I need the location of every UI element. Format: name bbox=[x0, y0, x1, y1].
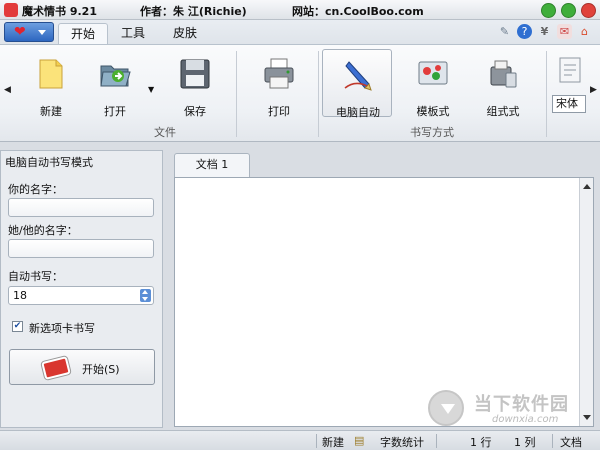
website-label: 网站：cn.CoolBoo.com bbox=[292, 5, 424, 18]
auto-write-label: 自动书写： bbox=[8, 270, 63, 283]
ribbon-separator bbox=[236, 51, 237, 137]
template-icon bbox=[418, 61, 448, 85]
heart-icon: ❤ bbox=[14, 24, 26, 40]
watermark-url: downxia.com bbox=[492, 414, 559, 425]
font-icon bbox=[559, 57, 581, 83]
spinner-arrows-icon[interactable] bbox=[140, 289, 151, 302]
ribbon-scroll-right-icon[interactable]: ▶ bbox=[590, 85, 597, 95]
their-name-label: 她/他的名字： bbox=[8, 224, 78, 237]
watermark-text: 当下软件园 bbox=[474, 394, 569, 415]
status-bar: 新建 ▤ 字数统计 1 行 1 列 文档 bbox=[0, 430, 600, 450]
start-button[interactable]: 开始(S) bbox=[9, 349, 155, 385]
maximize-button[interactable] bbox=[561, 3, 576, 18]
open-button[interactable]: 打开 bbox=[80, 49, 150, 118]
settings-icon[interactable]: ✎ bbox=[497, 24, 512, 39]
status-word-count[interactable]: 字数统计 bbox=[380, 434, 424, 450]
open-folder-icon bbox=[100, 65, 131, 87]
printer-icon bbox=[264, 58, 294, 89]
app-title: 魔术情书 9.21 bbox=[22, 5, 97, 18]
status-mode: 文档 bbox=[560, 436, 582, 449]
their-name-input[interactable] bbox=[8, 239, 154, 258]
start-button-label: 开始(S) bbox=[82, 363, 120, 376]
vertical-scrollbar[interactable] bbox=[579, 178, 593, 426]
ribbon-separator bbox=[546, 51, 547, 137]
status-col: 1 列 bbox=[514, 436, 536, 449]
writing-pad-icon bbox=[41, 356, 71, 380]
status-new[interactable]: 新建 bbox=[322, 434, 344, 450]
new-button[interactable]: 新建 bbox=[16, 49, 86, 118]
file-group-label: 文件 bbox=[154, 126, 176, 139]
template-button[interactable]: 模板式 bbox=[398, 49, 468, 118]
app-logo-icon bbox=[4, 3, 18, 17]
mail-icon[interactable]: ✉ bbox=[557, 24, 572, 39]
your-name-label: 你的名字： bbox=[8, 183, 63, 196]
minimize-button[interactable] bbox=[541, 3, 556, 18]
tab-skin[interactable]: 皮肤 bbox=[160, 23, 210, 44]
donate-icon[interactable]: ¥ bbox=[537, 24, 552, 39]
font-selector[interactable]: 宋体 bbox=[552, 95, 586, 113]
chevron-down-icon bbox=[38, 30, 46, 35]
document-tab[interactable]: 文档 1 bbox=[174, 153, 250, 177]
writing-group-label: 书写方式 bbox=[410, 126, 454, 139]
new-tab-checkbox-label: 新选项卡书写 bbox=[29, 322, 95, 335]
status-separator bbox=[316, 434, 317, 448]
auto-write-spinner[interactable]: 18 bbox=[8, 286, 154, 305]
status-row: 1 行 bbox=[470, 436, 492, 449]
app-menu-button[interactable]: ❤ bbox=[4, 22, 54, 42]
word-count-icon: ▤ bbox=[354, 434, 365, 447]
save-disk-icon bbox=[180, 59, 210, 89]
title-bar: 魔术情书 9.21 作者：朱 江(Richie) 网站：cn.CoolBoo.c… bbox=[0, 0, 600, 20]
status-separator bbox=[436, 434, 437, 448]
tab-start[interactable]: 开始 bbox=[58, 23, 108, 44]
auto-write-button[interactable]: 电脑自动 bbox=[322, 49, 392, 119]
combined-button[interactable]: 组式式 bbox=[468, 49, 538, 118]
new-document-icon bbox=[39, 59, 63, 89]
download-logo-icon bbox=[428, 390, 464, 426]
print-button[interactable]: 打印 bbox=[244, 49, 314, 118]
ribbon: ◀ ▶ 新建 打开 ▼ 保存 打印 文件 电脑自动 模板式 组式式 书写方式 bbox=[0, 44, 600, 142]
save-button[interactable]: 保存 bbox=[160, 49, 230, 118]
ribbon-scroll-left-icon[interactable]: ◀ bbox=[4, 85, 11, 95]
new-tab-checkbox[interactable]: ✔ bbox=[12, 321, 23, 332]
panel-title: 电脑自动书写模式 bbox=[5, 156, 93, 169]
help-icon[interactable]: ? bbox=[517, 24, 532, 39]
home-icon[interactable]: ⌂ bbox=[577, 24, 592, 39]
your-name-input[interactable] bbox=[8, 198, 154, 217]
author-label: 作者：朱 江(Richie) bbox=[140, 5, 247, 18]
close-button[interactable] bbox=[581, 3, 596, 18]
open-dropdown-icon[interactable]: ▼ bbox=[148, 85, 154, 94]
scroll-up-icon[interactable] bbox=[583, 184, 591, 189]
ribbon-separator bbox=[318, 51, 319, 137]
tab-tools[interactable]: 工具 bbox=[108, 23, 158, 44]
status-separator bbox=[552, 434, 553, 448]
pen-nib-icon bbox=[344, 61, 372, 91]
ribbon-tab-row: ❤ 开始 工具 皮肤 ✎ ? ¥ ✉ ⌂ bbox=[0, 20, 600, 44]
combined-icon bbox=[490, 60, 517, 88]
watermark: 当下软件园 downxia.com bbox=[428, 390, 596, 426]
auto-write-value: 18 bbox=[13, 289, 27, 302]
